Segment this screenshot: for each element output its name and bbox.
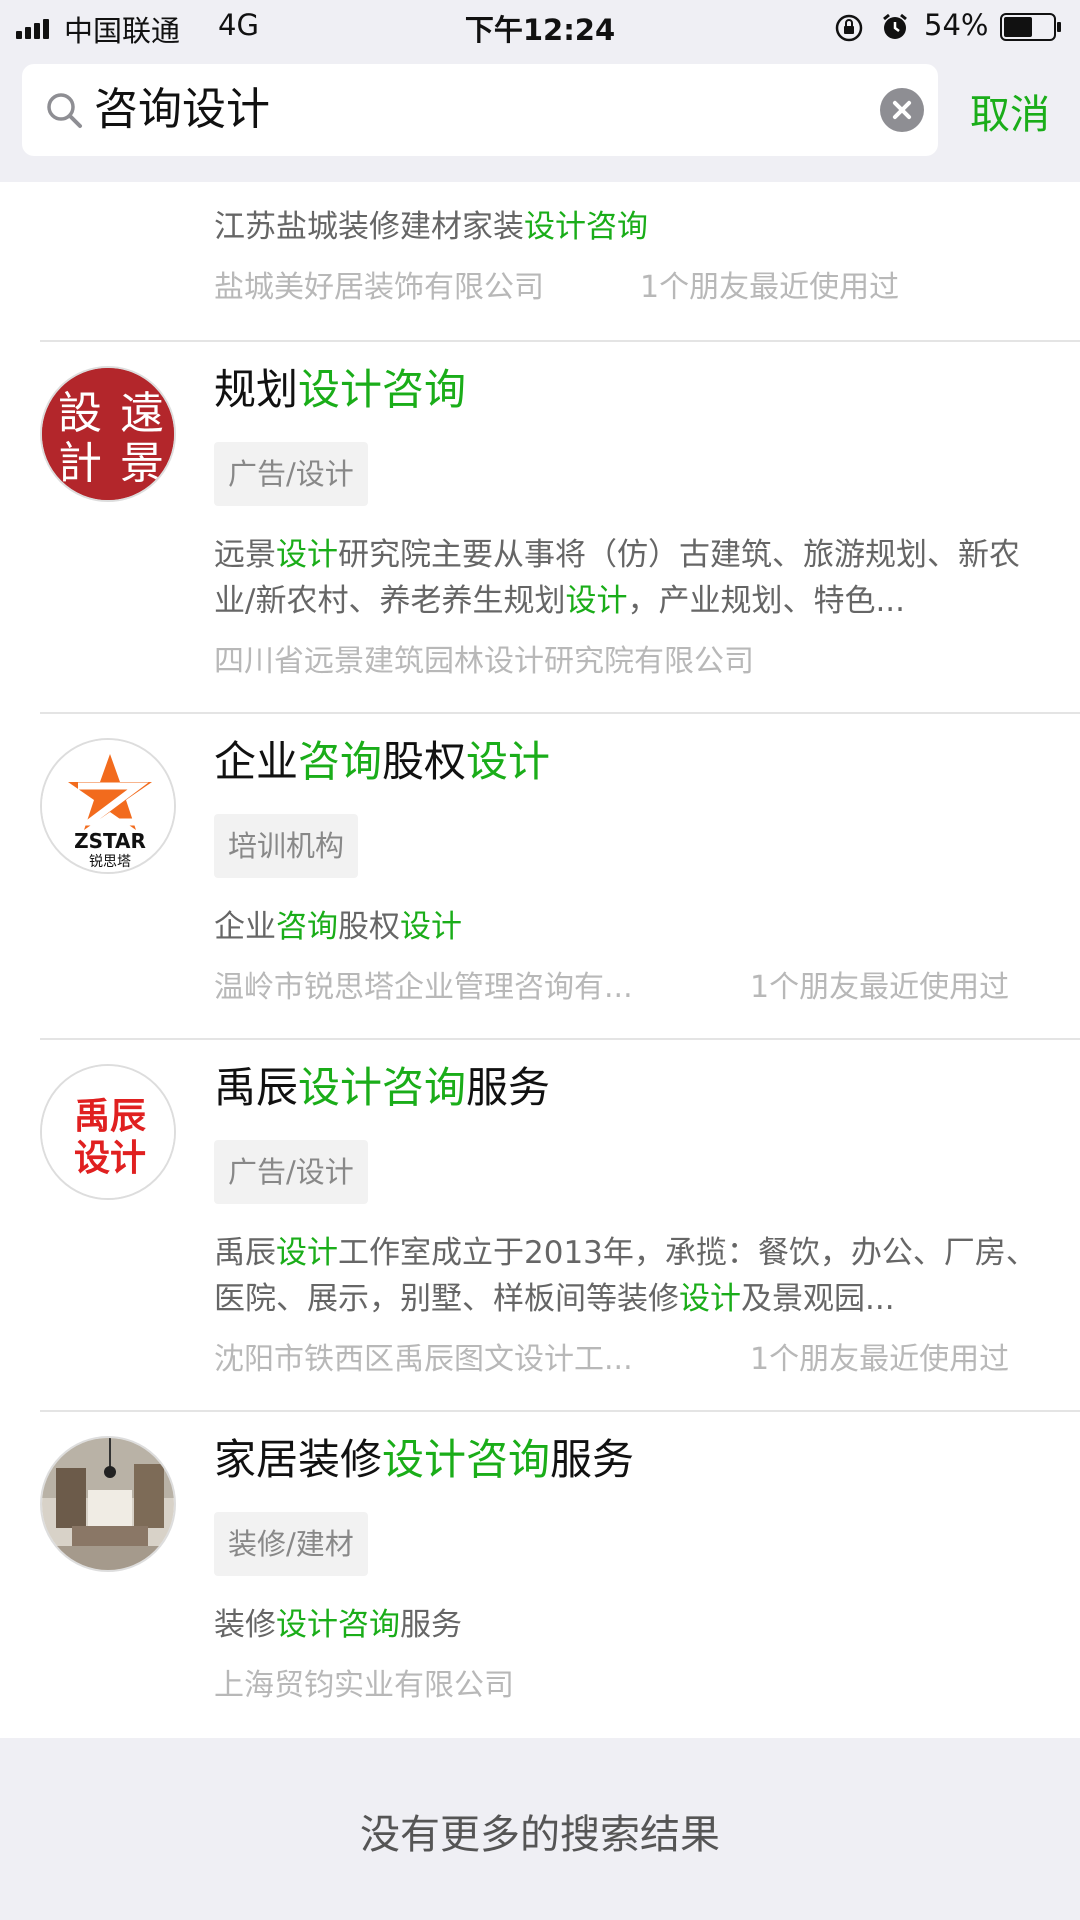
rotation-lock-icon [835, 14, 863, 42]
list-item[interactable]: 遠 景 設 計 规划设计咨询 广告/设计 远景设计研究院主要从事将（仿）古建筑、… [0, 342, 1080, 714]
highlighted-keyword: 咨询 [298, 737, 383, 786]
seal-logo-icon: 遠 景 設 計 [42, 368, 174, 500]
interior-photo-icon [42, 1438, 174, 1570]
result-title: 规划设计咨询 [214, 364, 466, 416]
svg-text:设计: 设计 [74, 1138, 146, 1179]
svg-text:景: 景 [120, 438, 164, 489]
avatar: 遠 景 設 計 [40, 366, 176, 502]
result-title: 禹辰设计咨询服务 [214, 1062, 550, 1114]
search-icon [47, 93, 82, 128]
highlighted-keyword: 设计咨询 [298, 365, 467, 414]
avatar: ZSTAR 锐思塔 [40, 738, 176, 874]
result-description: 禹辰设计工作室成立于2013年，承揽：餐饮，办公、厂房、医院、展示，别墅、样板间… [214, 1230, 1054, 1322]
list-item[interactable]: 江苏盐城装修建材家装设计咨询 盐城美好居装饰有限公司 1个朋友最近使用过 [0, 182, 1080, 342]
results-list: 江苏盐城装修建材家装设计咨询 盐城美好居装饰有限公司 1个朋友最近使用过 遠 景… [0, 182, 1080, 1738]
svg-text:禹辰: 禹辰 [74, 1096, 146, 1137]
result-meta: 温岭市锐思塔企业管理咨询有... 1个朋友最近使用过 [214, 968, 1054, 1008]
text-segment: 企业 [214, 737, 299, 786]
highlighted-keyword: 设计 [466, 737, 551, 786]
category-tag: 广告/设计 [214, 1140, 368, 1204]
highlighted-keyword: 设计 [400, 909, 462, 945]
result-meta: 沈阳市铁西区禹辰图文设计工... 1个朋友最近使用过 [214, 1340, 1054, 1380]
results-footer: 没有更多的搜索结果 [0, 1738, 1080, 1920]
svg-text:遠: 遠 [120, 388, 164, 439]
highlighted-keyword: 设计咨询 [382, 1435, 551, 1484]
yuchen-logo-icon: 禹辰 设计 [42, 1066, 174, 1198]
svg-text:設: 設 [58, 388, 102, 439]
highlighted-keyword: 设计 [276, 537, 338, 573]
text-segment: 服务 [550, 1435, 635, 1484]
category-tag: 装修/建材 [214, 1512, 368, 1576]
company-name: 四川省远景建筑园林设计研究院有限公司 [214, 644, 754, 679]
result-description: 远景设计研究院主要从事将（仿）古建筑、旅游规划、新农业/新农村、养老养生规划设计… [214, 532, 1054, 624]
search-query: 咨询设计 [94, 84, 270, 135]
highlighted-keyword: 咨询 [276, 909, 338, 945]
highlighted-keyword: 设计咨询 [524, 209, 648, 245]
text-segment: 江苏盐城装修建材家装 [214, 209, 524, 245]
text-segment: 禹辰 [214, 1063, 299, 1112]
text-segment: 远景 [214, 537, 276, 573]
text-segment: 服务 [466, 1063, 551, 1112]
highlighted-keyword: 设计 [565, 583, 628, 619]
category-tag: 培训机构 [214, 814, 359, 878]
zstar-logo-icon: ZSTAR 锐思塔 [42, 740, 174, 872]
result-title: 企业咨询股权设计 [214, 736, 550, 788]
svg-text:锐思塔: 锐思塔 [89, 854, 131, 870]
result-meta: 四川省远景建筑园林设计研究院有限公司 [214, 642, 1054, 682]
highlighted-keyword: 设计咨询 [276, 1607, 400, 1643]
result-meta: 盐城美好居装饰有限公司 1个朋友最近使用过 [214, 268, 1054, 308]
result-title: 家居装修设计咨询服务 [214, 1434, 634, 1486]
company-name: 温岭市锐思塔企业管理咨询有... [214, 970, 633, 1005]
highlighted-keyword: 设计 [276, 1235, 338, 1271]
battery-icon [1000, 13, 1061, 41]
search-header: 咨询设计 取消 [0, 54, 1080, 182]
text-segment: 家居装修 [214, 1435, 383, 1484]
list-item[interactable]: 禹辰 设计 禹辰设计咨询服务 广告/设计 禹辰设计工作室成立于2013年，承揽：… [0, 1040, 1080, 1410]
result-description: 江苏盐城装修建材家装设计咨询 [214, 204, 1054, 250]
svg-text:ZSTAR: ZSTAR [74, 829, 146, 853]
highlighted-keyword: 设计 [679, 1281, 741, 1317]
company-name: 盐城美好居装饰有限公司 [214, 270, 544, 305]
text-segment: 及景观园... [741, 1281, 895, 1317]
text-segment: 规划 [214, 365, 299, 414]
category-tag: 广告/设计 [214, 442, 368, 506]
friends-used: 1个朋友最近使用过 [640, 270, 900, 305]
clear-icon[interactable] [880, 88, 924, 132]
clock: 下午12:24 [464, 13, 616, 47]
result-meta: 上海贸钧实业有限公司 [214, 1666, 1054, 1706]
company-name: 沈阳市铁西区禹辰图文设计工... [214, 1342, 633, 1377]
battery-percent: 54% [924, 8, 989, 42]
result-description: 企业咨询股权设计 [214, 904, 1054, 950]
avatar [40, 1436, 176, 1572]
text-segment: 股权 [338, 909, 400, 945]
friends-used: 1个朋友最近使用过 [750, 1342, 1010, 1377]
text-segment: 股权 [382, 737, 467, 786]
avatar: 禹辰 设计 [40, 1064, 176, 1200]
text-segment: 服务 [400, 1607, 462, 1643]
svg-text:計: 計 [58, 438, 102, 489]
list-item[interactable]: ZSTAR 锐思塔 企业咨询股权设计 培训机构 企业咨询股权设计 温岭市锐思塔企… [0, 714, 1080, 1040]
highlighted-keyword: 设计咨询 [298, 1063, 467, 1112]
status-bar: 中国联通 4G 下午12:24 54% [0, 0, 1080, 54]
text-segment: ，产业规划、特色... [627, 583, 906, 619]
result-description: 装修设计咨询服务 [214, 1602, 1054, 1648]
text-segment: 禹辰 [214, 1235, 276, 1271]
alarm-icon [883, 13, 907, 39]
text-segment: 工作室成立于2013年，承揽：餐饮，办公、厂房、医院、展示，别墅、样板间等装修 [214, 1235, 1037, 1317]
search-input[interactable]: 咨询设计 [22, 64, 938, 156]
friends-used: 1个朋友最近使用过 [750, 970, 1010, 1005]
no-more-results-label: 没有更多的搜索结果 [360, 1812, 720, 1858]
company-name: 上海贸钧实业有限公司 [214, 1668, 514, 1703]
list-item[interactable]: 家居装修设计咨询服务 装修/建材 装修设计咨询服务 上海贸钧实业有限公司 [0, 1412, 1080, 1738]
text-segment: 装修 [214, 1607, 276, 1643]
text-segment: 企业 [214, 909, 276, 945]
cancel-button[interactable]: 取消 [970, 82, 1050, 140]
